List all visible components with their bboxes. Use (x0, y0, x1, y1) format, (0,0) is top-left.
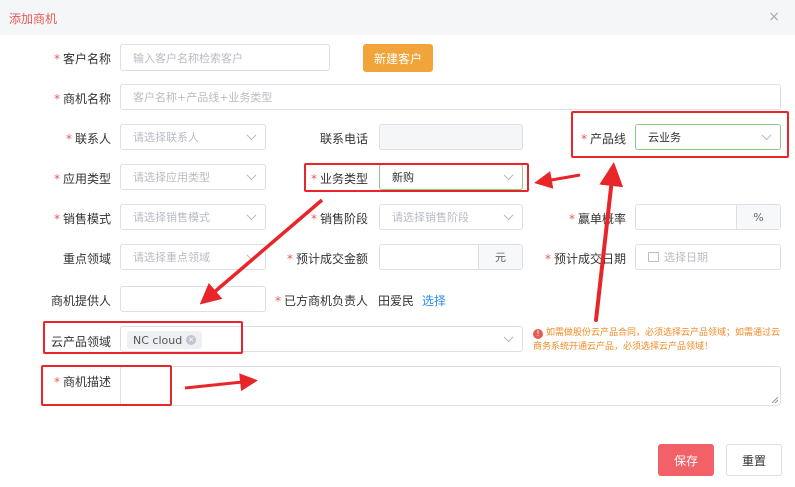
chevron-down-icon (503, 170, 514, 181)
contact-phone-label: 联系电话 (319, 132, 368, 146)
chevron-down-icon (246, 170, 257, 181)
business-type-select[interactable]: 新购 (379, 164, 523, 190)
application-type-label: * 应用类型 (53, 172, 111, 186)
key-area-label: 重点领域 (62, 252, 111, 266)
owner-label: * 已方商机负责人 (274, 294, 368, 308)
expected-date-label: * 预计成交日期 (544, 252, 626, 266)
expected-amount-input[interactable]: 元 (379, 244, 523, 270)
cloud-domain-select[interactable]: NC cloud × (120, 326, 523, 352)
product-line-label: * 产品线 (580, 132, 626, 146)
remove-tag-icon[interactable]: × (186, 335, 197, 345)
description-label: * 商机描述 (53, 375, 111, 389)
chevron-down-icon (246, 250, 257, 261)
resize-handle-icon[interactable] (772, 397, 778, 403)
cloud-domain-note: ! 如需做股份云产品合同，必须选择云产品领域；如需通过云商务系统开通云产品，必须选… (533, 328, 781, 352)
chevron-down-icon (246, 130, 257, 141)
contact-phone-field (379, 124, 523, 150)
opportunity-name-label: * 商机名称 (53, 92, 111, 106)
product-line-select[interactable]: 云业务 (635, 124, 781, 150)
chevron-down-icon (503, 210, 514, 221)
win-rate-input[interactable]: % (635, 204, 781, 230)
dialog-title: 添加商机 (9, 12, 58, 26)
chevron-down-icon (246, 210, 257, 221)
percent-suffix: % (736, 205, 780, 229)
win-rate-label: * 赢单概率 (568, 212, 626, 226)
customer-name-input[interactable]: 输入客户名称检索客户 (120, 44, 330, 71)
alert-icon: ! (533, 329, 543, 339)
owner-value: 田爱民 选择 (378, 294, 446, 308)
new-customer-button[interactable]: 新建客户 (363, 44, 433, 72)
key-area-select[interactable]: 请选择重点领域 (120, 244, 266, 270)
yuan-suffix: 元 (478, 245, 522, 269)
select-owner-link[interactable]: 选择 (422, 294, 446, 308)
business-type-label: * 业务类型 (310, 172, 368, 186)
application-type-select[interactable]: 请选择应用类型 (120, 164, 266, 190)
dialog-header: 添加商机 × (0, 0, 795, 35)
contact-select[interactable]: 请选择联系人 (120, 124, 266, 150)
reset-button[interactable]: 重置 (726, 444, 782, 476)
provider-input[interactable] (120, 286, 266, 312)
sales-stage-select[interactable]: 请选择销售阶段 (379, 204, 523, 230)
provider-label: 商机提供人 (50, 294, 111, 308)
save-button[interactable]: 保存 (658, 444, 714, 476)
calendar-icon (648, 252, 659, 262)
expected-date-picker[interactable]: 选择日期 (635, 244, 781, 270)
sales-mode-select[interactable]: 请选择销售模式 (120, 204, 266, 230)
description-textarea[interactable] (120, 366, 781, 406)
cloud-domain-tag: NC cloud × (127, 331, 203, 349)
annotation-arrow-left (534, 171, 581, 189)
chevron-down-icon (761, 130, 772, 141)
opportunity-name-input[interactable]: 客户名称+产品线+业务类型 (120, 84, 781, 110)
close-icon[interactable]: × (768, 9, 780, 25)
annotation-arrow-up (594, 162, 624, 322)
sales-stage-label: * 销售阶段 (310, 212, 368, 226)
contact-label: * 联系人 (65, 132, 111, 146)
customer-name-label: * 客户名称 (53, 52, 111, 66)
cloud-domain-label: 云产品领域 (50, 335, 111, 349)
chevron-down-icon (503, 332, 514, 343)
expected-amount-label: * 预计成交金额 (286, 252, 368, 266)
sales-mode-label: * 销售模式 (53, 212, 111, 226)
